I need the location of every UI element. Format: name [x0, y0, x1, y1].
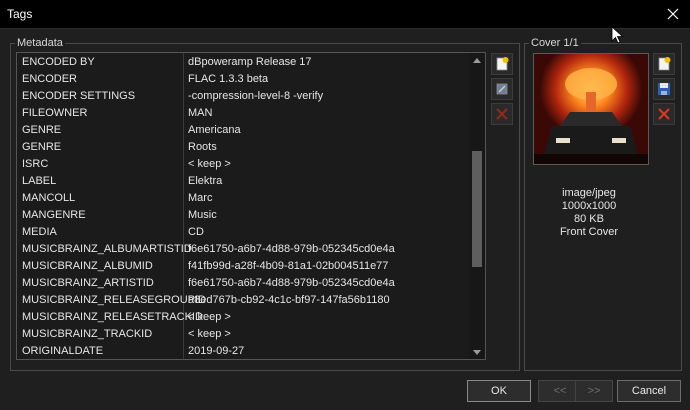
table-row[interactable]: MUSICBRAINZ_RELEASEGROUPID a8ed767b-cb92-…: [17, 292, 469, 309]
add-tag-button[interactable]: [491, 53, 513, 75]
remove-cover-button[interactable]: [653, 103, 675, 125]
table-row[interactable]: FILEOWNER MAN: [17, 105, 469, 122]
ok-button[interactable]: OK: [467, 380, 531, 402]
close-icon: [667, 8, 679, 20]
remove-tag-button[interactable]: [491, 103, 513, 125]
add-cover-button[interactable]: [653, 53, 675, 75]
edit-icon: [496, 83, 508, 95]
tag-name: ENCODER SETTINGS: [22, 90, 136, 102]
tag-value[interactable]: f6e61750-a6b7-4d88-979b-052345cd0e4a: [188, 277, 395, 289]
chevron-up-icon: [473, 57, 481, 63]
tag-name: MUSICBRAINZ_ARTISTID: [22, 277, 154, 289]
tag-value[interactable]: MAN: [188, 107, 212, 119]
table-row[interactable]: MANGENRE Music: [17, 207, 469, 224]
save-icon: [658, 83, 670, 95]
table-row[interactable]: MUSICBRAINZ_ARTISTID f6e61750-a6b7-4d88-9…: [17, 275, 469, 292]
metadata-group-label: Metadata: [17, 37, 63, 49]
tag-name: MUSICBRAINZ_RELEASETRACKID: [22, 311, 203, 323]
tag-value[interactable]: < keep >: [188, 328, 231, 340]
tag-value[interactable]: Americana: [188, 124, 241, 136]
delete-icon: [658, 108, 670, 120]
new-document-icon: [496, 57, 509, 71]
tag-name: LABEL: [22, 175, 57, 187]
table-row[interactable]: MUSICBRAINZ_ALBUMARTISTID f6e61750-a6b7-4…: [17, 241, 469, 258]
cover-info: image/jpeg 1000x1000 80 KB Front Cover: [536, 187, 642, 239]
tag-value[interactable]: < keep >: [188, 158, 231, 170]
cover-type: Front Cover: [559, 226, 619, 238]
tag-name: MEDIA: [22, 226, 57, 238]
tag-value[interactable]: a8ed767b-cb92-4c1c-bf97-147fa56b1180: [188, 294, 390, 306]
tag-value[interactable]: 2019-09-27: [188, 345, 244, 357]
cancel-button[interactable]: Cancel: [617, 380, 681, 402]
tag-name: FILEOWNER: [22, 107, 88, 119]
tag-name: MUSICBRAINZ_ALBUMARTISTID: [22, 243, 192, 255]
table-row[interactable]: MANCOLL Marc: [17, 190, 469, 207]
table-row[interactable]: ENCODER SETTINGS -compression-level-8 -ve…: [17, 88, 469, 105]
tag-value[interactable]: f41fb99d-a28f-4b09-81a1-02b004511e77: [188, 260, 388, 272]
edit-tag-button[interactable]: [491, 78, 513, 100]
new-document-icon: [658, 57, 671, 71]
scroll-down-button[interactable]: [469, 345, 485, 359]
tag-value[interactable]: f6e61750-a6b7-4d88-979b-052345cd0e4a: [188, 243, 395, 255]
table-row[interactable]: ENCODED BY dBpoweramp Release 17: [17, 54, 469, 71]
tag-name: MANCOLL: [22, 192, 76, 204]
table-row[interactable]: MUSICBRAINZ_TRACKID < keep >: [17, 326, 469, 343]
table-row[interactable]: MEDIA CD: [17, 224, 469, 241]
cover-group-label: Cover 1/1: [531, 37, 579, 49]
cover-size: 80 KB: [574, 213, 604, 225]
table-row[interactable]: MUSICBRAINZ_RELEASETRACKID < keep >: [17, 309, 469, 326]
scroll-up-button[interactable]: [469, 53, 485, 67]
table-row[interactable]: ENCODER FLAC 1.3.3 beta: [17, 71, 469, 88]
tag-value[interactable]: FLAC 1.3.3 beta: [188, 73, 268, 85]
tag-name: MANGENRE: [22, 209, 86, 221]
table-row[interactable]: ISRC < keep >: [17, 156, 469, 173]
table-row[interactable]: GENRE Americana: [17, 122, 469, 139]
tag-value[interactable]: < keep >: [188, 311, 231, 323]
tag-name: ENCODED BY: [22, 56, 95, 68]
close-button[interactable]: [656, 0, 690, 28]
tag-value[interactable]: Elektra: [188, 175, 222, 187]
table-row[interactable]: LABEL Elektra: [17, 173, 469, 190]
cover-mime: image/jpeg: [562, 187, 616, 199]
next-button[interactable]: >>: [575, 380, 613, 402]
tag-name: ISRC: [22, 158, 49, 170]
tag-name: MUSICBRAINZ_ALBUMID: [22, 260, 153, 272]
tag-name: GENRE: [22, 141, 62, 153]
tag-value[interactable]: CD: [188, 226, 204, 238]
tag-name: ENCODER: [22, 73, 78, 85]
table-row[interactable]: ORIGINALDATE 2019-09-27: [17, 343, 469, 359]
table-row[interactable]: GENRE Roots: [17, 139, 469, 156]
metadata-scrollbar[interactable]: [469, 53, 485, 359]
tag-value[interactable]: -compression-level-8 -verify: [188, 90, 323, 102]
album-cover-icon: [534, 54, 648, 164]
chevron-down-icon: [473, 349, 481, 355]
tag-name: ORIGINALDATE: [22, 345, 104, 357]
scroll-thumb[interactable]: [472, 151, 482, 267]
tag-value[interactable]: Marc: [188, 192, 212, 204]
table-row[interactable]: MUSICBRAINZ_ALBUMID f41fb99d-a28f-4b09-81…: [17, 258, 469, 275]
title-bar: Tags: [0, 0, 690, 29]
tag-name: MUSICBRAINZ_TRACKID: [22, 328, 153, 340]
delete-icon: [496, 108, 508, 120]
cover-dimensions: 1000x1000: [561, 200, 617, 212]
tag-name: MUSICBRAINZ_RELEASEGROUPID: [22, 294, 206, 306]
tag-name: GENRE: [22, 124, 62, 136]
save-cover-button[interactable]: [653, 78, 675, 100]
tag-value[interactable]: Music: [188, 209, 217, 221]
tag-value[interactable]: dBpoweramp Release 17: [188, 56, 312, 68]
cover-art-image[interactable]: [533, 53, 649, 165]
mouse-cursor-icon: [611, 26, 624, 44]
metadata-table[interactable]: ENCODED BY dBpoweramp Release 17 ENCODER FL…: [16, 52, 486, 360]
window-title: Tags: [7, 7, 33, 21]
tag-value[interactable]: Roots: [188, 141, 217, 153]
